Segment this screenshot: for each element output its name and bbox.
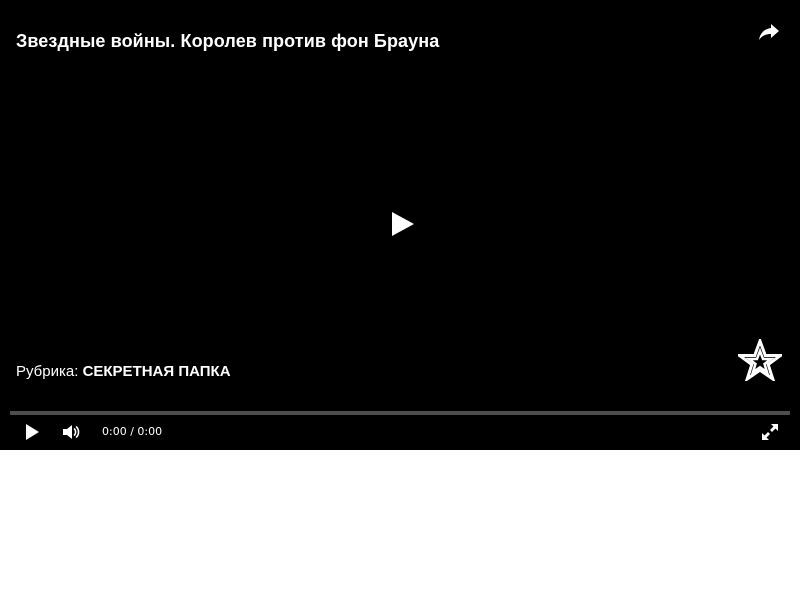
time-separator: /	[130, 425, 134, 438]
channel-logo	[738, 339, 782, 381]
big-play-button[interactable]	[380, 202, 424, 246]
play-icon	[26, 424, 39, 440]
volume-button[interactable]	[61, 423, 81, 441]
rubric-label: Рубрика:	[16, 363, 79, 380]
video-player[interactable]: Звездные войны. Королев против фон Браун…	[0, 0, 800, 450]
play-button[interactable]	[22, 422, 42, 442]
rubric: Рубрика: СЕКРЕТНАЯ ПАПКА	[16, 363, 231, 381]
star-logo-icon	[738, 339, 782, 381]
fullscreen-button[interactable]	[760, 422, 780, 442]
play-icon	[392, 212, 414, 236]
rubric-value[interactable]: СЕКРЕТНАЯ ПАПКА	[83, 363, 231, 380]
progress-bar[interactable]	[10, 411, 790, 415]
time-display: 0:00 / 0:00	[102, 425, 162, 439]
current-time: 0:00	[102, 425, 127, 438]
share-icon	[759, 24, 779, 40]
video-title: Звездные войны. Королев против фон Браун…	[16, 31, 440, 51]
share-button[interactable]	[756, 20, 782, 44]
fullscreen-icon	[762, 424, 778, 440]
volume-icon	[63, 425, 80, 439]
duration: 0:00	[137, 425, 163, 438]
